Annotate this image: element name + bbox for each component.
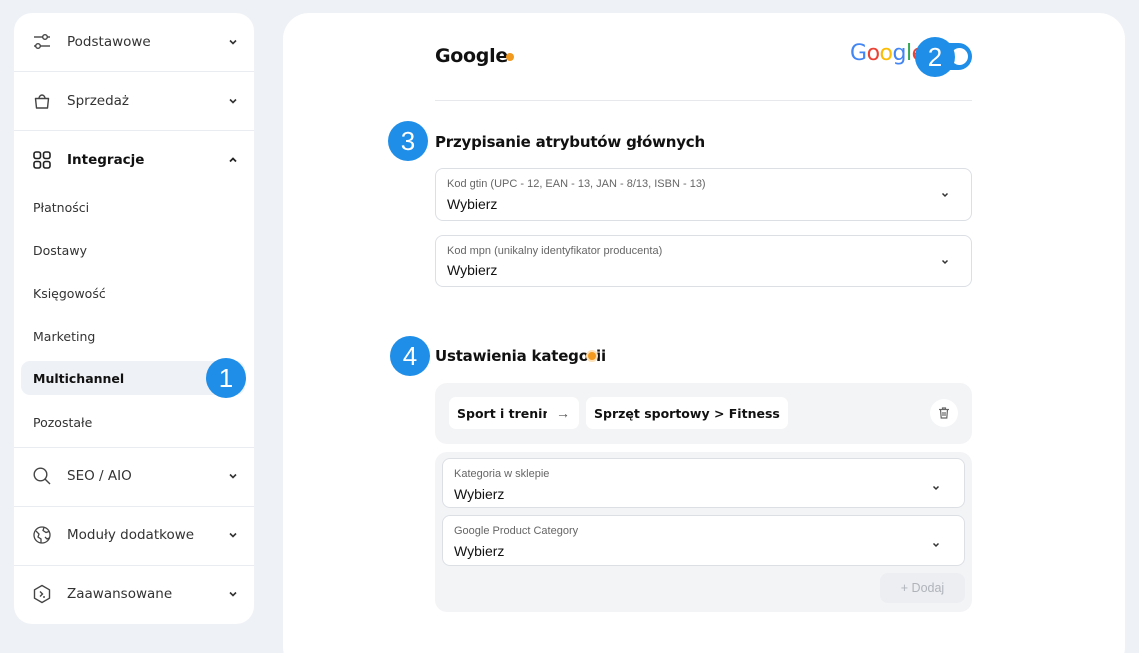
page-title: Google	[435, 45, 508, 67]
sidebar-section-podstawowe[interactable]: Podstawowe	[14, 13, 254, 71]
chevron-down-icon	[932, 485, 940, 491]
step-badge-4: 4	[390, 336, 430, 376]
mpn-select[interactable]: Kod mpn (unikalny identyfikator producen…	[435, 235, 972, 287]
gtin-select-label: Kod gtin (UPC - 12, EAN - 13, JAN - 8/13…	[447, 178, 706, 190]
mapping-to-chip: Sprzęt sportowy > Fitness	[586, 397, 788, 429]
mpn-select-label: Kod mpn (unikalny identyfikator producen…	[447, 245, 663, 257]
attributes-heading: Przypisanie atrybutów głównych	[435, 133, 705, 151]
sidebar-section-label: Zaawansowane	[67, 586, 173, 602]
categories-heading: Ustawienia kategorii	[435, 347, 606, 365]
google-logo: Google	[850, 41, 925, 66]
gtin-select-value: Wybierz	[447, 196, 498, 212]
arrow-right-icon: →	[547, 397, 579, 429]
category-mapping-row: Sport i trening → Sprzęt sportowy > Fitn…	[435, 383, 972, 444]
code-hexagon-icon	[31, 583, 53, 605]
sidebar-subitem-platnosci[interactable]: Płatności	[33, 200, 89, 215]
step-badge-1: 1	[206, 358, 246, 398]
status-dot	[506, 53, 514, 61]
chevron-down-icon	[229, 98, 237, 104]
sidebar-section-label: Podstawowe	[67, 34, 151, 50]
sidebar-section-label: Moduły dodatkowe	[67, 527, 195, 543]
chevron-up-icon	[229, 157, 237, 163]
shop-category-value: Wybierz	[454, 486, 505, 502]
sidebar-section-integracje[interactable]: Integracje	[14, 131, 254, 189]
sidebar-section-moduly[interactable]: Moduły dodatkowe	[14, 506, 254, 564]
sidebar-section-sprzedaz[interactable]: Sprzedaż	[14, 72, 254, 130]
chevron-down-icon	[941, 192, 949, 198]
sidebar: Podstawowe Sprzedaż Integracje Płatności…	[14, 13, 254, 624]
google-category-label: Google Product Category	[454, 525, 579, 537]
sidebar-section-label: Integracje	[67, 152, 145, 168]
sidebar-subitem-pozostale[interactable]: Pozostałe	[33, 415, 92, 430]
sidebar-subitem-ksiegowosc[interactable]: Księgowość	[33, 286, 106, 301]
sidebar-section-label: Sprzedaż	[67, 93, 130, 109]
shopping-bag-icon	[31, 90, 53, 112]
grid-icon	[31, 149, 53, 171]
sidebar-subitem-marketing[interactable]: Marketing	[33, 329, 95, 344]
sidebar-subitem-label: Multichannel	[33, 371, 125, 386]
chevron-down-icon	[229, 532, 237, 538]
divider	[435, 100, 972, 101]
google-category-value: Wybierz	[454, 543, 505, 559]
mpn-select-value: Wybierz	[447, 262, 498, 278]
shop-category-select[interactable]: Kategoria w sklepie Wybierz	[442, 458, 965, 508]
gtin-select[interactable]: Kod gtin (UPC - 12, EAN - 13, JAN - 8/13…	[435, 168, 972, 221]
search-icon	[31, 465, 53, 487]
trash-icon[interactable]	[930, 399, 958, 427]
chevron-down-icon	[229, 591, 237, 597]
chevron-down-icon	[229, 39, 237, 45]
google-category-select[interactable]: Google Product Category Wybierz	[442, 515, 965, 566]
shop-category-label: Kategoria w sklepie	[454, 468, 550, 480]
sidebar-section-label: SEO / AIO	[67, 468, 132, 484]
step-badge-3: 3	[388, 121, 428, 161]
globe-icon	[31, 524, 53, 546]
sidebar-section-seo[interactable]: SEO / AIO	[14, 447, 254, 505]
step-badge-2: 2	[915, 37, 955, 77]
add-category-button[interactable]: + Dodaj	[880, 573, 965, 603]
sidebar-section-zaawansowane[interactable]: Zaawansowane	[14, 565, 254, 623]
sliders-icon	[31, 31, 53, 53]
chevron-down-icon	[932, 542, 940, 548]
sidebar-subitem-dostawy[interactable]: Dostawy	[33, 243, 87, 258]
chevron-down-icon	[229, 473, 237, 479]
status-dot	[588, 352, 596, 360]
chevron-down-icon	[941, 259, 949, 265]
